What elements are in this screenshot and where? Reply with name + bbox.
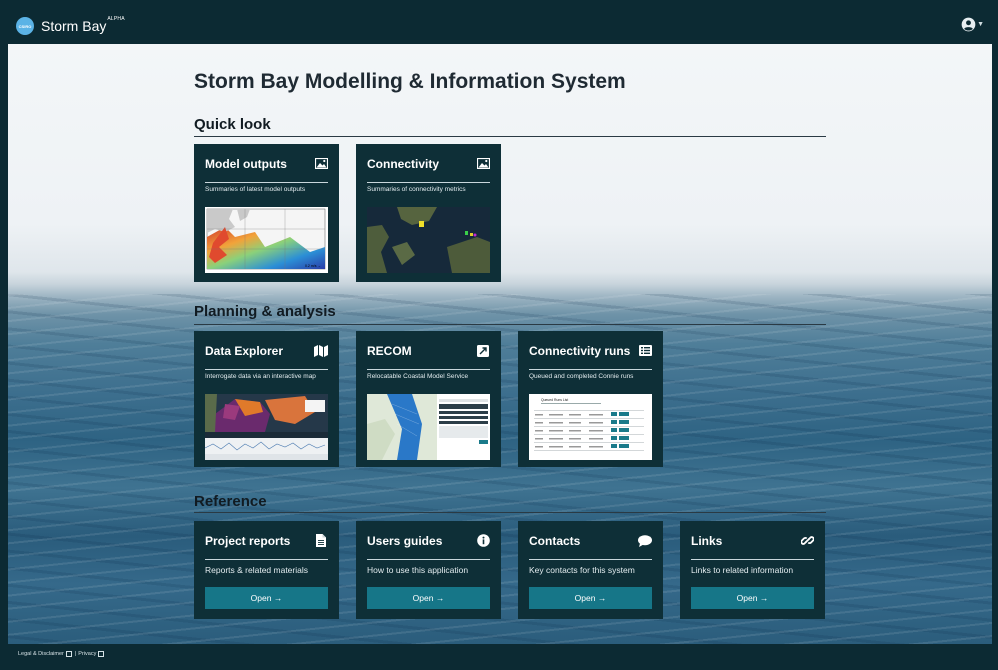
card-header: Connectivity [367,154,490,183]
recom-thumbnail [367,394,490,460]
queued-runs-heading: Queued Runs List [541,398,568,402]
svg-text:0.2 m/s →: 0.2 m/s → [305,264,321,268]
card-description: Summaries of connectivity metrics [367,186,466,193]
card-description: Queued and completed Connie runs [529,373,634,380]
card-title: Data Explorer [205,343,284,358]
top-navbar: CSIRO Storm Bay ALPHA ▼ [6,8,992,44]
card-contacts[interactable]: Contacts Key contacts for this system Op… [518,521,663,619]
section-heading-reference: Reference [194,493,267,510]
footer-separator: | [74,651,77,657]
section-divider [194,324,826,325]
open-button[interactable]: Open → [205,587,328,609]
card-recom[interactable]: RECOM Relocatable Coastal Model Service [356,331,501,467]
card-title: RECOM [367,343,412,358]
card-description: Reports & related materials [205,565,308,575]
map-icon [314,344,328,358]
card-header: Connectivity runs [529,341,652,370]
card-title: Links [691,533,723,548]
open-button[interactable]: Open → [367,587,490,609]
card-data-explorer[interactable]: Data Explorer Interrogate data via an in… [194,331,339,467]
card-connectivity[interactable]: Connectivity Summaries of connectivity m… [356,144,501,282]
card-header: Users guides [367,531,490,560]
hero-background: Storm Bay Modelling & Information System… [8,44,992,644]
external-link-icon [65,651,72,657]
file-icon [314,534,328,548]
card-title: Connectivity runs [529,343,631,358]
card-title: Connectivity [367,156,440,171]
image-icon [314,157,328,171]
legal-disclaimer-link[interactable]: Legal & Disclaimer [18,651,64,657]
card-header: Data Explorer [205,341,328,370]
card-description: How to use this application [367,565,469,575]
card-description: Relocatable Coastal Model Service [367,373,469,380]
user-menu[interactable]: ▼ [961,17,984,32]
list-icon [638,344,652,358]
alpha-tag: ALPHA [107,16,125,22]
model-outputs-thumbnail: 0.2 m/s → [205,207,328,273]
user-circle-icon [961,17,976,32]
section-divider [194,136,826,137]
info-icon [476,534,490,548]
page-footer: Legal & Disclaimer | Privacy [6,644,992,664]
card-header: Model outputs [205,154,328,183]
image-icon [476,157,490,171]
open-button[interactable]: Open → [529,587,652,609]
card-title: Model outputs [205,156,287,171]
section-heading-planning: Planning & analysis [194,303,336,320]
external-link-icon [98,651,105,657]
data-explorer-thumbnail [205,394,328,460]
external-link-icon [476,344,490,358]
card-title: Contacts [529,533,581,548]
chevron-down-icon: ▼ [977,21,984,28]
app-frame: CSIRO Storm Bay ALPHA ▼ Storm Bay Modell… [6,8,992,664]
card-title: Project reports [205,533,291,548]
csiro-logo-icon[interactable]: CSIRO [16,17,34,35]
card-model-outputs[interactable]: Model outputs Summaries of latest model … [194,144,339,282]
card-description: Key contacts for this system [529,565,635,575]
section-heading-quick-look: Quick look [194,116,271,133]
card-connectivity-runs[interactable]: Connectivity runs Queued and completed C… [518,331,663,467]
privacy-link[interactable]: Privacy [78,651,96,657]
brand-name[interactable]: Storm Bay [41,18,106,34]
card-header: Contacts [529,531,652,560]
card-header: RECOM [367,341,490,370]
link-icon [800,534,814,548]
connectivity-thumbnail [367,207,490,273]
card-description: Interrogate data via an interactive map [205,373,316,380]
card-title: Users guides [367,533,443,548]
page-title: Storm Bay Modelling & Information System [194,70,626,93]
card-project-reports[interactable]: Project reports Reports & related materi… [194,521,339,619]
open-button[interactable]: Open → [691,587,814,609]
logo-text: CSIRO [18,23,32,29]
comment-icon [638,534,652,548]
card-links[interactable]: Links Links to related information Open … [680,521,825,619]
card-users-guides[interactable]: Users guides How to use this application… [356,521,501,619]
section-divider [194,512,826,513]
card-header: Project reports [205,531,328,560]
card-description: Summaries of latest model outputs [205,186,306,193]
connectivity-runs-thumbnail: Queued Runs List [529,394,652,460]
card-description: Links to related information [691,565,794,575]
card-header: Links [691,531,814,560]
